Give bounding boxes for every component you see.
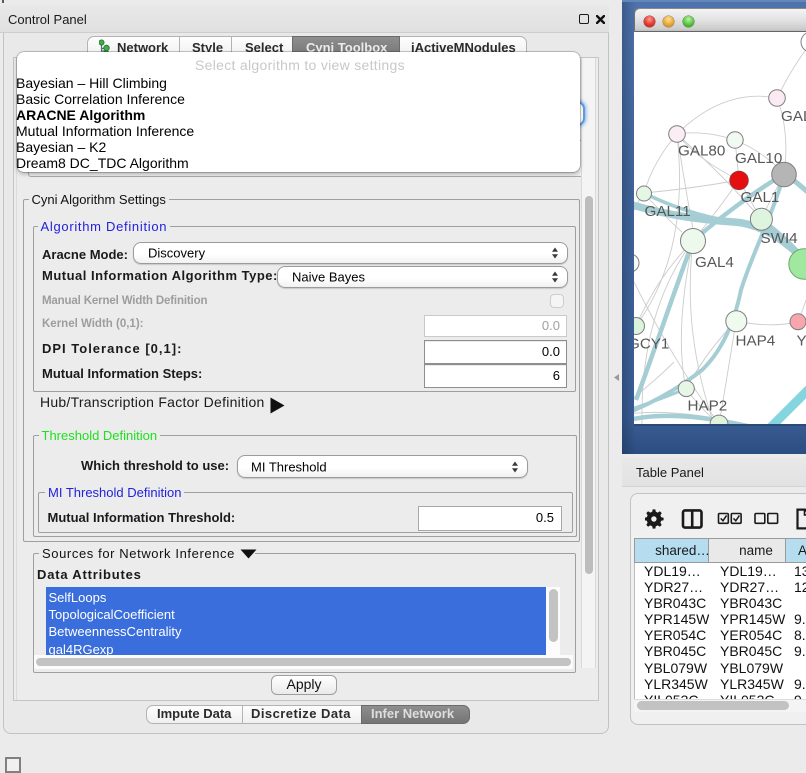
svg-text:GAL11: GAL11: [645, 203, 691, 220]
svg-text:Y: Y: [797, 333, 806, 350]
svg-text:GAL1: GAL1: [741, 189, 780, 206]
svg-text:GAL10: GAL10: [735, 150, 782, 167]
svg-text:GAL2: GAL2: [781, 108, 806, 125]
svg-text:HAP4: HAP4: [736, 333, 776, 350]
svg-text:HAP2: HAP2: [688, 398, 728, 415]
svg-text:GAL4: GAL4: [695, 254, 734, 271]
svg-text:GAL80: GAL80: [678, 143, 725, 160]
svg-text:GCY1: GCY1: [634, 336, 669, 353]
svg-text:SWI4: SWI4: [761, 230, 798, 247]
